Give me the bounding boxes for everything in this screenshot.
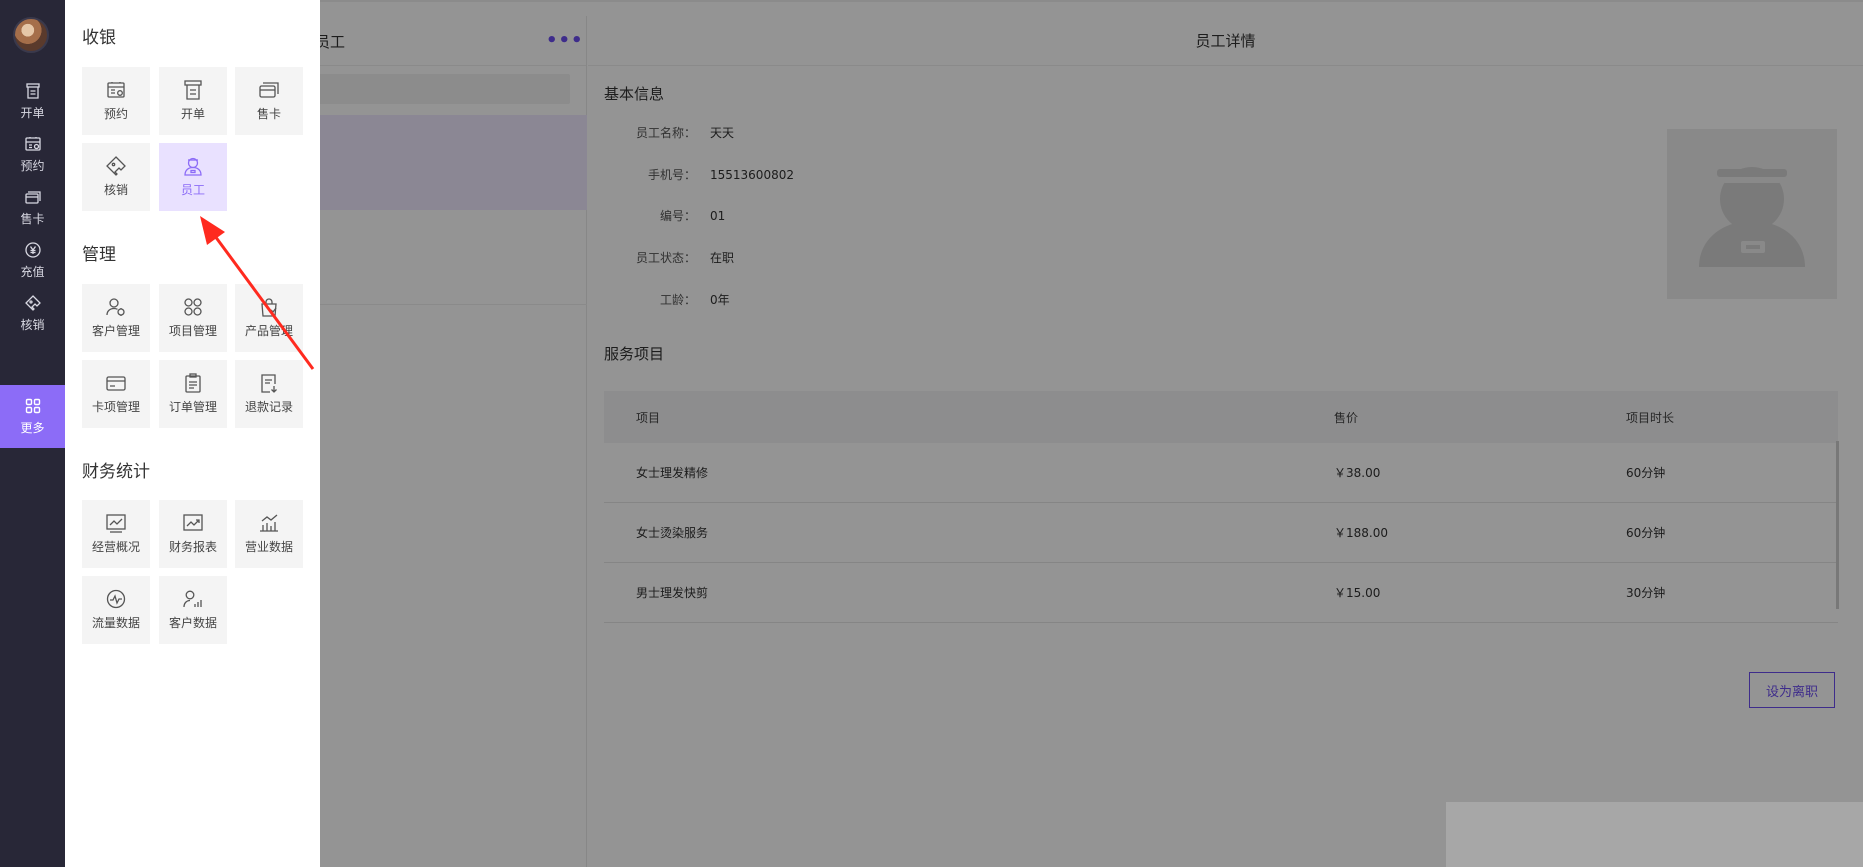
receipt-icon xyxy=(184,80,202,100)
group-title-management: 管理 xyxy=(82,245,116,265)
order-icon xyxy=(185,373,201,393)
staff-icon xyxy=(184,157,202,176)
tile-business-data[interactable]: 营业数据 xyxy=(235,500,303,568)
tile-product-management[interactable]: 产品管理 xyxy=(235,284,303,352)
tile-customer-data[interactable]: 客户数据 xyxy=(159,576,227,644)
group-title-cashier: 收银 xyxy=(82,28,116,48)
grid-icon xyxy=(25,398,40,414)
tile-open-order[interactable]: 开单 xyxy=(159,67,227,135)
receipt-icon xyxy=(25,83,40,99)
tile-customer-management[interactable]: 客户管理 xyxy=(82,284,150,352)
card-icon xyxy=(259,82,279,98)
project-icon xyxy=(184,298,202,316)
nav-item-more[interactable]: 更多 xyxy=(0,385,65,448)
tile-card-management[interactable]: 卡项管理 xyxy=(82,360,150,428)
user-chart-icon xyxy=(183,590,202,608)
tile-sell-card[interactable]: 售卡 xyxy=(235,67,303,135)
customer-icon xyxy=(106,298,125,316)
bar-trend-icon xyxy=(260,514,278,532)
tile-business-overview[interactable]: 经营概况 xyxy=(82,500,150,568)
line-chart-icon xyxy=(106,514,126,533)
tile-project-management[interactable]: 项目管理 xyxy=(159,284,227,352)
card-manage-icon xyxy=(106,376,126,391)
tile-finance-report[interactable]: 财务报表 xyxy=(159,500,227,568)
user-avatar[interactable] xyxy=(13,17,49,53)
modal-overlay[interactable] xyxy=(65,0,1863,867)
tile-refund-records[interactable]: 退款记录 xyxy=(235,360,303,428)
calendar-icon xyxy=(24,137,41,151)
tile-traffic-data[interactable]: 流量数据 xyxy=(82,576,150,644)
ticket-icon xyxy=(106,156,126,176)
tile-order-management[interactable]: 订单管理 xyxy=(159,360,227,428)
ticket-icon xyxy=(24,295,41,311)
card-icon xyxy=(24,191,41,204)
tile-staff[interactable]: 员工 xyxy=(159,143,227,211)
pulse-icon xyxy=(106,589,126,609)
main-nav: 开单 预约 售卡 充值 核销 更多 xyxy=(0,0,65,867)
tile-verify[interactable]: 核销 xyxy=(82,143,150,211)
product-icon xyxy=(261,298,277,317)
yen-coin-icon xyxy=(24,242,41,258)
calendar-icon xyxy=(107,82,125,98)
more-menu-drawer: 收银 预约 开单 售卡 核销 员工 管理 客户管理 项目管理 产品管理 卡项管理… xyxy=(65,0,320,867)
overlay-corner-patch xyxy=(1446,802,1863,867)
group-title-finance: 财务统计 xyxy=(82,462,150,482)
tile-booking[interactable]: 预约 xyxy=(82,67,150,135)
report-icon xyxy=(183,514,203,531)
nav-item-verify[interactable]: 核销 xyxy=(0,282,65,345)
refund-icon xyxy=(261,374,277,393)
